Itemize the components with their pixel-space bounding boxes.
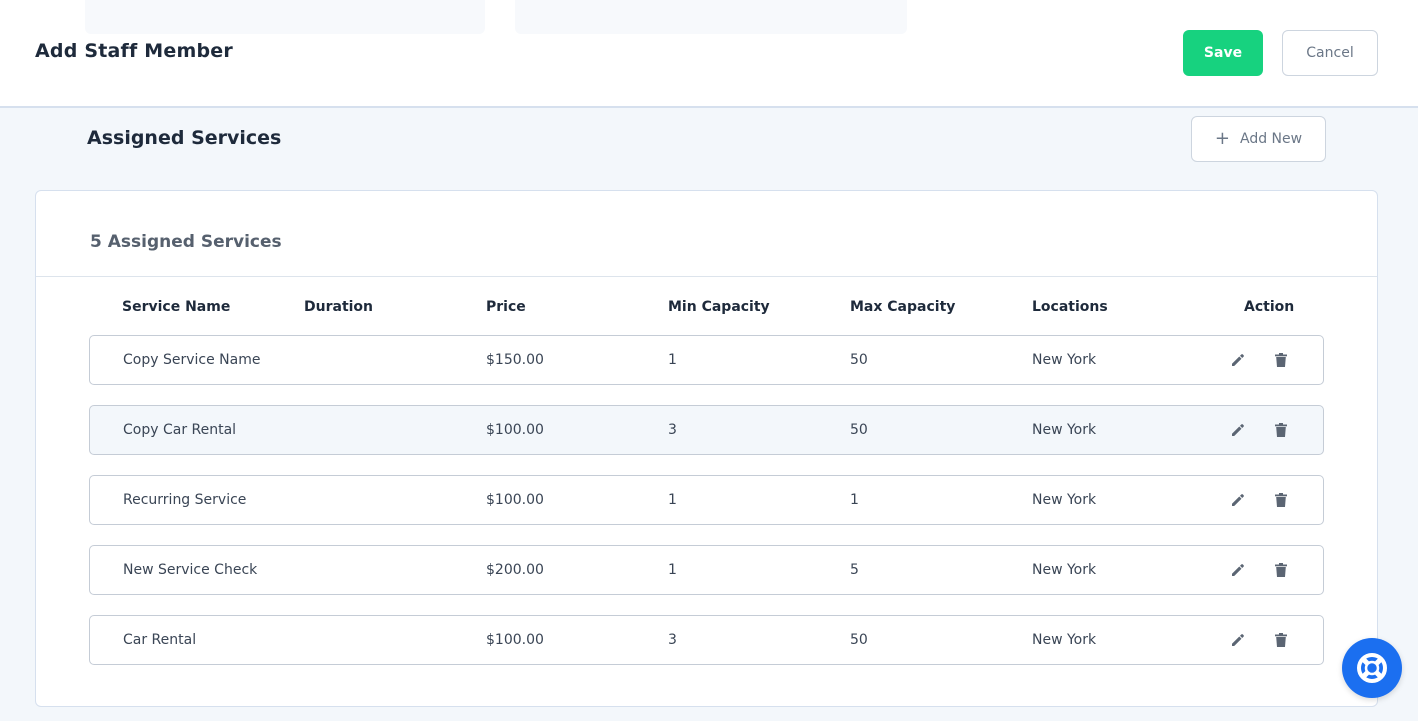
max-capacity-cell: 1 — [850, 492, 859, 508]
card-title: 5 Assigned Services — [36, 191, 1377, 277]
max-capacity-cell: 50 — [850, 422, 868, 438]
pencil-icon — [1230, 352, 1246, 368]
location-cell: New York — [1032, 632, 1097, 648]
save-button[interactable]: Save — [1183, 30, 1263, 76]
edit-button[interactable] — [1229, 631, 1247, 649]
column-header-max-capacity: Max Capacity — [850, 299, 956, 315]
top-placeholder-right — [515, 0, 907, 34]
price-cell: $200.00 — [486, 562, 544, 578]
min-capacity-cell: 3 — [668, 632, 677, 648]
min-capacity-cell: 1 — [668, 352, 677, 368]
column-header-price: Price — [486, 299, 526, 315]
delete-button[interactable] — [1272, 351, 1290, 369]
column-header-duration: Duration — [304, 299, 374, 315]
page-title: Add Staff Member — [35, 40, 233, 62]
section-title: Assigned Services — [87, 127, 282, 149]
pencil-icon — [1230, 562, 1246, 578]
cancel-button[interactable]: Cancel — [1282, 30, 1378, 76]
table-header: Service Name Duration Price Min Capacity… — [122, 299, 1356, 319]
location-cell: New York — [1032, 492, 1097, 508]
max-capacity-cell: 50 — [850, 632, 868, 648]
add-new-button[interactable]: + Add New — [1191, 116, 1326, 162]
table-row: Recurring Service $100.00 1 1 New York — [89, 475, 1324, 525]
service-name-cell: Recurring Service — [123, 492, 247, 508]
min-capacity-cell: 1 — [668, 562, 677, 578]
column-header-action: Action — [1244, 299, 1295, 315]
service-name-cell: Copy Service Name — [123, 352, 261, 368]
add-new-label: Add New — [1240, 131, 1303, 147]
table-row: New Service Check $200.00 1 5 New York — [89, 545, 1324, 595]
edit-button[interactable] — [1229, 421, 1247, 439]
assigned-services-card: 5 Assigned Services Service Name Duratio… — [35, 190, 1378, 707]
trash-icon — [1274, 562, 1288, 578]
service-name-cell: Car Rental — [123, 632, 197, 648]
service-name-cell: New Service Check — [123, 562, 258, 578]
min-capacity-cell: 3 — [668, 422, 677, 438]
top-placeholder-left — [85, 0, 485, 34]
location-cell: New York — [1032, 352, 1097, 368]
max-capacity-cell: 50 — [850, 352, 868, 368]
table-row: Copy Service Name $150.00 1 50 New York — [89, 335, 1324, 385]
column-header-min-capacity: Min Capacity — [668, 299, 770, 315]
price-cell: $100.00 — [486, 492, 544, 508]
delete-button[interactable] — [1272, 491, 1290, 509]
trash-icon — [1274, 492, 1288, 508]
max-capacity-cell: 5 — [850, 562, 859, 578]
service-name-cell: Copy Car Rental — [123, 422, 237, 438]
trash-icon — [1274, 352, 1288, 368]
delete-button[interactable] — [1272, 421, 1290, 439]
top-bar: Add Staff Member Save Cancel — [0, 0, 1418, 108]
price-cell: $100.00 — [486, 422, 544, 438]
trash-icon — [1274, 422, 1288, 438]
location-cell: New York — [1032, 422, 1097, 438]
pencil-icon — [1230, 492, 1246, 508]
edit-button[interactable] — [1229, 491, 1247, 509]
help-button[interactable] — [1342, 638, 1402, 698]
plus-icon: + — [1214, 128, 1230, 149]
table-row: Car Rental $100.00 3 50 New York — [89, 615, 1324, 665]
column-header-locations: Locations — [1032, 299, 1108, 315]
price-cell: $150.00 — [486, 352, 544, 368]
edit-button[interactable] — [1229, 561, 1247, 579]
edit-button[interactable] — [1229, 351, 1247, 369]
lifebuoy-icon — [1357, 653, 1387, 683]
pencil-icon — [1230, 422, 1246, 438]
location-cell: New York — [1032, 562, 1097, 578]
delete-button[interactable] — [1272, 631, 1290, 649]
delete-button[interactable] — [1272, 561, 1290, 579]
trash-icon — [1274, 632, 1288, 648]
column-header-service-name: Service Name — [122, 299, 231, 315]
table-row: Copy Car Rental $100.00 3 50 New York — [89, 405, 1324, 455]
price-cell: $100.00 — [486, 632, 544, 648]
min-capacity-cell: 1 — [668, 492, 677, 508]
pencil-icon — [1230, 632, 1246, 648]
